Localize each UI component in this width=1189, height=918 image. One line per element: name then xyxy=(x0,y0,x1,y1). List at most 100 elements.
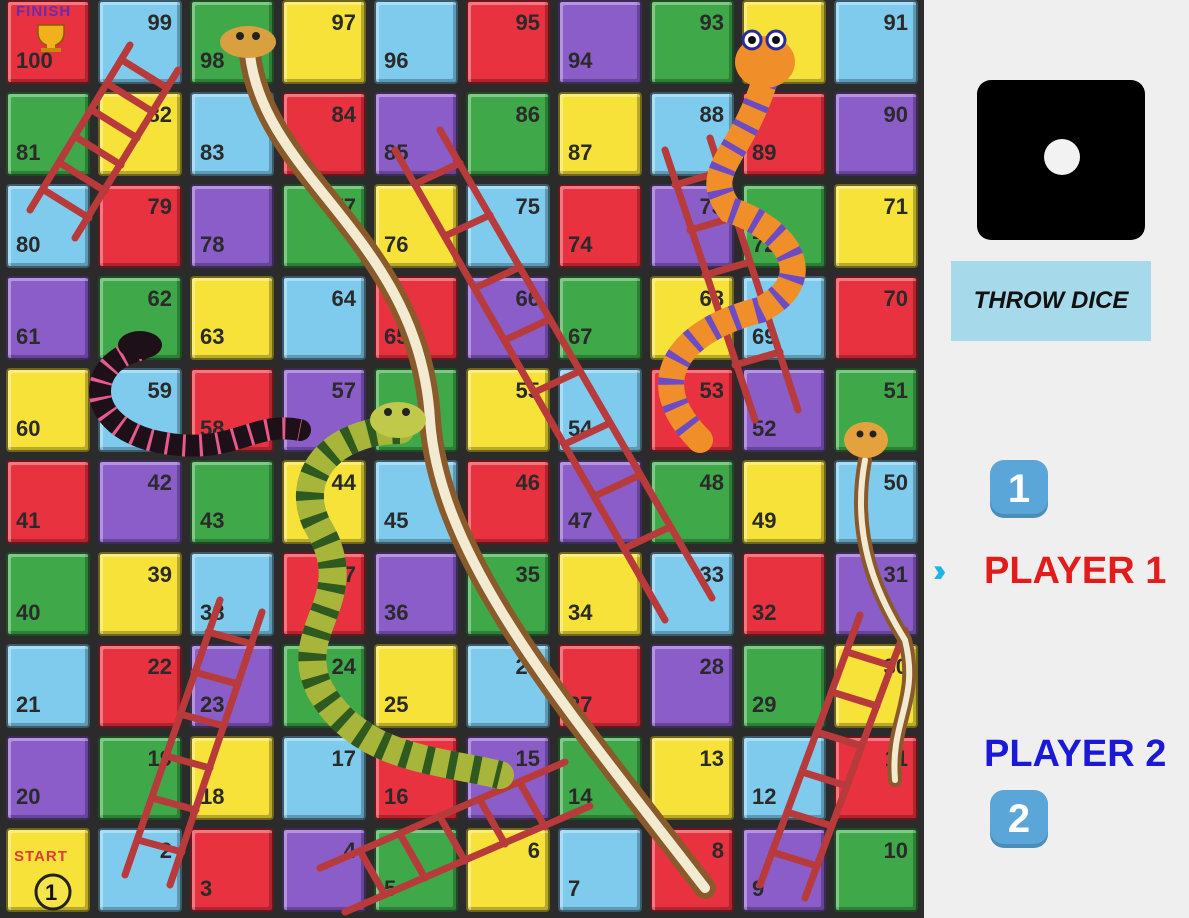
board-cell-27: 27 xyxy=(558,644,642,728)
board-cell-52: 52 xyxy=(742,368,826,452)
board-cell-69: 69 xyxy=(742,276,826,360)
cell-number: 63 xyxy=(200,324,225,349)
cell-number: 55 xyxy=(515,378,540,403)
board-cell-82: 82 xyxy=(98,92,182,176)
cell-number: 34 xyxy=(568,600,593,625)
start-badge-number: 1 xyxy=(45,880,58,905)
cell-number: 91 xyxy=(883,10,908,35)
board-cell-96: 96 xyxy=(374,0,458,84)
cell-number: 29 xyxy=(752,692,777,717)
board-cell-39: 39 xyxy=(98,552,182,636)
board-cell-38: 38 xyxy=(190,552,274,636)
board-cell-37: 37 xyxy=(282,552,366,636)
cell-number: 85 xyxy=(384,140,409,165)
board-cell-77: 77 xyxy=(282,184,366,268)
board-cell-51: 51 xyxy=(834,368,918,452)
cell-number: 44 xyxy=(331,470,356,495)
board-cell-46: 46 xyxy=(466,460,550,544)
die-face-one-icon[interactable] xyxy=(977,80,1145,240)
cell-number: 71 xyxy=(883,194,908,219)
cell-number: 82 xyxy=(147,102,172,127)
board-cell-85: 85 xyxy=(374,92,458,176)
cell-number: 19 xyxy=(147,746,172,771)
cell-number: 25 xyxy=(384,692,409,717)
cell-number: 10 xyxy=(883,838,908,863)
cell-number: 80 xyxy=(16,232,41,257)
finish-label: FINISH xyxy=(16,3,72,20)
cell-number: 93 xyxy=(699,10,724,35)
board-cell-54: 54 xyxy=(558,368,642,452)
cell-number: 41 xyxy=(16,508,41,533)
board-cell-59: 59 xyxy=(98,368,182,452)
cell-number: 13 xyxy=(699,746,724,771)
cell-number: 76 xyxy=(384,232,409,257)
board-cell-80: 80 xyxy=(6,184,90,268)
cell-number: 95 xyxy=(515,10,540,35)
board-cell-61: 61 xyxy=(6,276,90,360)
cell-number: 16 xyxy=(384,784,409,809)
board-cell-70: 70 xyxy=(834,276,918,360)
cell-number: 90 xyxy=(883,102,908,127)
cell-number: 31 xyxy=(883,562,908,587)
cell-number: 77 xyxy=(331,194,356,219)
board-cell-49: 49 xyxy=(742,460,826,544)
cell-number: 50 xyxy=(883,470,908,495)
cell-number: 74 xyxy=(568,232,593,257)
cell-number: 78 xyxy=(200,232,225,257)
player-2-token: 2 xyxy=(990,790,1048,848)
board-cell-5: 5 xyxy=(374,828,458,912)
board-cell-16: 16 xyxy=(374,736,458,820)
cell-number: 27 xyxy=(568,692,593,717)
player-1-name: PLAYER 1 xyxy=(984,550,1167,592)
board-cell-25: 25 xyxy=(374,644,458,728)
board-cell-41: 41 xyxy=(6,460,90,544)
cell-number: 32 xyxy=(752,600,777,625)
cell-number: 92 xyxy=(752,48,777,73)
cell-number: 73 xyxy=(699,194,724,219)
cell-number: 83 xyxy=(200,140,225,165)
cell-number: 46 xyxy=(515,470,540,495)
board-cell-13: 13 xyxy=(650,736,734,820)
board-cell-6: 6 xyxy=(466,828,550,912)
cell-number: 67 xyxy=(568,324,593,349)
board-cell-12: 12 xyxy=(742,736,826,820)
board-cell-89: 89 xyxy=(742,92,826,176)
board-cell-98: 98 xyxy=(190,0,274,84)
cell-number: 59 xyxy=(147,378,172,403)
cell-number: 94 xyxy=(568,48,593,73)
board-cell-68: 68 xyxy=(650,276,734,360)
board-cell-99: 99 xyxy=(98,0,182,84)
board-cell-53: 53 xyxy=(650,368,734,452)
board-cell-66: 66 xyxy=(466,276,550,360)
board-cell-67: 67 xyxy=(558,276,642,360)
cell-number: 58 xyxy=(200,416,225,441)
board-cell-56: 56 xyxy=(374,368,458,452)
board-cell-43: 43 xyxy=(190,460,274,544)
board-cell-18: 18 xyxy=(190,736,274,820)
cell-number: 40 xyxy=(16,600,41,625)
board-cell-35: 35 xyxy=(466,552,550,636)
board-cell-97: 97 xyxy=(282,0,366,84)
cell-number: 86 xyxy=(515,102,540,127)
cell-number: 15 xyxy=(515,746,540,771)
cell-number: 97 xyxy=(331,10,356,35)
cell-number: 99 xyxy=(147,10,172,35)
throw-dice-button[interactable]: THROW DICE xyxy=(951,261,1151,341)
dice-pip xyxy=(1044,139,1080,175)
cell-number: 96 xyxy=(384,48,409,73)
cell-number: 66 xyxy=(515,286,540,311)
cell-number: 4 xyxy=(343,838,356,863)
board-cell-22: 22 xyxy=(98,644,182,728)
cell-number: 61 xyxy=(16,324,41,349)
board-cell-55: 55 xyxy=(466,368,550,452)
cell-number: 2 xyxy=(159,838,172,863)
cell-number: 53 xyxy=(699,378,724,403)
cell-number: 39 xyxy=(147,562,172,587)
board-cell-88: 88 xyxy=(650,92,734,176)
cell-number: 56 xyxy=(384,416,409,441)
double-chevron-right-icon: ›› xyxy=(933,552,947,588)
cell-number: 18 xyxy=(200,784,225,809)
cell-number: 33 xyxy=(699,562,724,587)
cell-number: 72 xyxy=(752,232,777,257)
board-cell-8: 8 xyxy=(650,828,734,912)
